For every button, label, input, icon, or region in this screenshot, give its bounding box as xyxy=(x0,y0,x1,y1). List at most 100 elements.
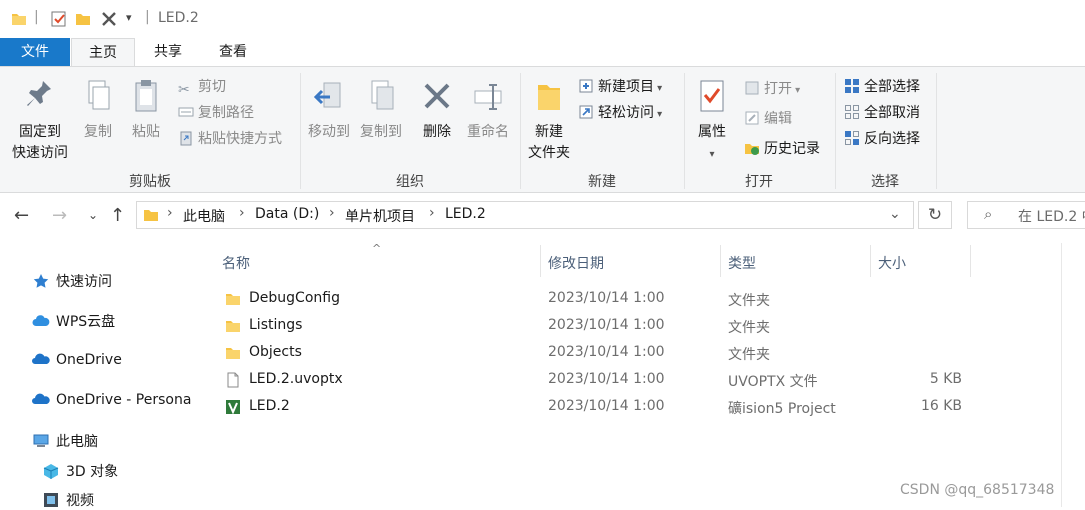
column-divider[interactable] xyxy=(540,245,541,277)
breadcrumb-separator[interactable]: › xyxy=(329,205,335,221)
column-divider[interactable] xyxy=(970,245,971,277)
move-to-button[interactable]: 移动到 xyxy=(304,79,354,143)
delete-label: 删除 xyxy=(423,124,451,140)
pin-to-quick-access-button[interactable]: 固定到 快速访问 xyxy=(8,79,72,164)
recent-locations-chevron-icon[interactable]: ⌄ xyxy=(88,208,98,222)
open-button[interactable]: 打开 ▾ xyxy=(744,78,800,100)
folder-icon xyxy=(12,14,26,25)
edit-button[interactable]: 编辑 xyxy=(744,108,792,130)
back-arrow-icon[interactable]: ← xyxy=(14,205,29,226)
invert-selection-button[interactable]: 反向选择 xyxy=(844,128,920,150)
file-date: 2023/10/14 1:00 xyxy=(548,398,665,414)
paste-button[interactable]: 粘贴 xyxy=(126,79,166,143)
column-divider[interactable] xyxy=(870,245,871,277)
cut-button[interactable]: ✂ 剪切 xyxy=(178,76,226,98)
properties-button[interactable]: 属性 ▾ xyxy=(690,79,734,165)
film-icon xyxy=(44,493,58,507)
forward-arrow-icon[interactable]: → xyxy=(52,205,67,226)
paste-shortcut-button[interactable]: 粘贴快捷方式 xyxy=(178,128,282,150)
cut-label: 剪切 xyxy=(198,79,226,95)
tab-view[interactable]: 查看 xyxy=(210,38,256,66)
column-header-name[interactable]: 名称 xyxy=(222,253,250,273)
select-all-button[interactable]: 全部选择 xyxy=(844,76,920,98)
title-bar: | ▾ | LED.2 xyxy=(0,0,1085,38)
nav-item-wps-cloud[interactable]: WPS云盘 xyxy=(32,311,115,331)
nav-item-onedrive-personal[interactable]: OneDrive - Persona xyxy=(32,391,191,408)
tab-home[interactable]: 主页 xyxy=(71,38,135,66)
address-bar[interactable]: › 此电脑 › Data (D:) › 单片机项目 › LED.2 ⌄ xyxy=(136,201,914,229)
customize-dropdown-icon[interactable]: ▾ xyxy=(126,11,132,24)
nav-item-3d-objects[interactable]: 3D 对象 xyxy=(42,461,118,481)
file-type: UVOPTX 文件 xyxy=(728,374,818,390)
group-label-select: 选择 xyxy=(871,174,899,190)
select-all-label: 全部选择 xyxy=(864,79,920,95)
copy-to-button[interactable]: 复制到 xyxy=(356,79,406,143)
easy-access-button[interactable]: 轻松访问 ▾ xyxy=(578,102,662,124)
new-folder-button[interactable]: 新建 文件夹 xyxy=(524,79,574,164)
tab-share[interactable]: 共享 xyxy=(145,38,191,66)
breadcrumb-this-pc[interactable]: 此电脑 xyxy=(183,206,225,226)
group-divider xyxy=(936,73,937,189)
new-item-icon xyxy=(579,79,593,93)
easy-access-icon xyxy=(579,105,593,119)
file-row[interactable]: LED.2.uvoptx 2023/10/14 1:00 UVOPTX 文件 5… xyxy=(218,367,978,394)
new-item-button[interactable]: 新建项目 ▾ xyxy=(578,76,662,98)
nav-item-label: 3D 对象 xyxy=(66,464,119,480)
new-folder-label-line1: 新建 xyxy=(535,124,563,140)
file-row[interactable]: LED.2 2023/10/14 1:00 礦ision5 Project 16… xyxy=(218,394,978,421)
tab-file[interactable]: 文件 xyxy=(0,38,70,66)
up-arrow-icon[interactable]: ↑ xyxy=(110,205,125,226)
history-label: 历史记录 xyxy=(764,141,820,157)
nav-item-quick-access[interactable]: 快速访问 xyxy=(32,271,112,291)
folder-icon xyxy=(226,348,240,359)
new-folder-icon[interactable] xyxy=(74,10,92,28)
column-header-size[interactable]: 大小 xyxy=(878,253,906,273)
ribbon-tab-bar: 文件 主页 共享 查看 xyxy=(0,38,1085,66)
breadcrumb-mcu-projects[interactable]: 单片机项目 xyxy=(345,206,415,226)
breadcrumb-drive-d[interactable]: Data (D:) xyxy=(255,206,319,222)
file-row[interactable]: Listings 2023/10/14 1:00 文件夹 xyxy=(218,313,978,340)
column-header-date-modified[interactable]: 修改日期 xyxy=(548,253,604,273)
nav-item-this-pc[interactable]: 此电脑 xyxy=(32,431,98,451)
delete-button[interactable]: 删除 xyxy=(416,79,458,143)
file-type: 文件夹 xyxy=(728,347,770,363)
breadcrumb-separator[interactable]: › xyxy=(239,205,245,221)
file-row[interactable]: Objects 2023/10/14 1:00 文件夹 xyxy=(218,340,978,367)
copy-path-button[interactable]: 复制路径 xyxy=(178,102,254,124)
paste-shortcut-label: 粘贴快捷方式 xyxy=(198,131,282,147)
breadcrumb-separator[interactable]: › xyxy=(429,205,435,221)
properties-label: 属性 xyxy=(698,124,726,140)
copy-to-icon xyxy=(371,80,394,110)
nav-item-onedrive[interactable]: OneDrive xyxy=(32,351,122,368)
rename-button[interactable]: 重命名 xyxy=(462,79,514,143)
nav-item-label: 此电脑 xyxy=(56,434,98,450)
star-icon xyxy=(33,274,49,288)
copy-icon xyxy=(88,80,110,110)
scrollbar-track[interactable] xyxy=(1061,243,1062,507)
column-divider[interactable] xyxy=(720,245,721,277)
nav-item-label: OneDrive - Persona xyxy=(56,392,192,408)
breadcrumb-led2[interactable]: LED.2 xyxy=(445,206,486,222)
search-input[interactable]: ⌕ 在 LED.2 中 xyxy=(967,201,1085,229)
select-none-label: 全部取消 xyxy=(864,105,920,121)
file-date: 2023/10/14 1:00 xyxy=(548,371,665,387)
nav-item-videos[interactable]: 视频 xyxy=(42,490,94,510)
address-history-chevron-icon[interactable]: ⌄ xyxy=(889,206,901,222)
column-header-type[interactable]: 类型 xyxy=(728,253,756,273)
sort-ascending-icon: ^ xyxy=(372,242,382,255)
search-placeholder: 在 LED.2 中 xyxy=(1018,209,1085,225)
file-name: LED.2.uvoptx xyxy=(249,371,343,387)
open-label: 打开 xyxy=(764,81,792,97)
delete-x-icon[interactable] xyxy=(100,10,118,28)
copy-button[interactable]: 复制 xyxy=(78,79,118,143)
keil-project-icon xyxy=(226,400,240,415)
nav-item-label: WPS云盘 xyxy=(56,314,116,330)
refresh-button[interactable]: ↻ xyxy=(918,201,952,229)
file-row[interactable]: DebugConfig 2023/10/14 1:00 文件夹 xyxy=(218,286,978,313)
properties-check-icon[interactable] xyxy=(50,10,68,28)
history-button[interactable]: 历史记录 xyxy=(744,138,820,160)
select-none-button[interactable]: 全部取消 xyxy=(844,102,920,124)
copy-path-icon xyxy=(178,107,194,117)
refresh-icon: ↻ xyxy=(927,205,943,225)
file-date: 2023/10/14 1:00 xyxy=(548,344,665,360)
